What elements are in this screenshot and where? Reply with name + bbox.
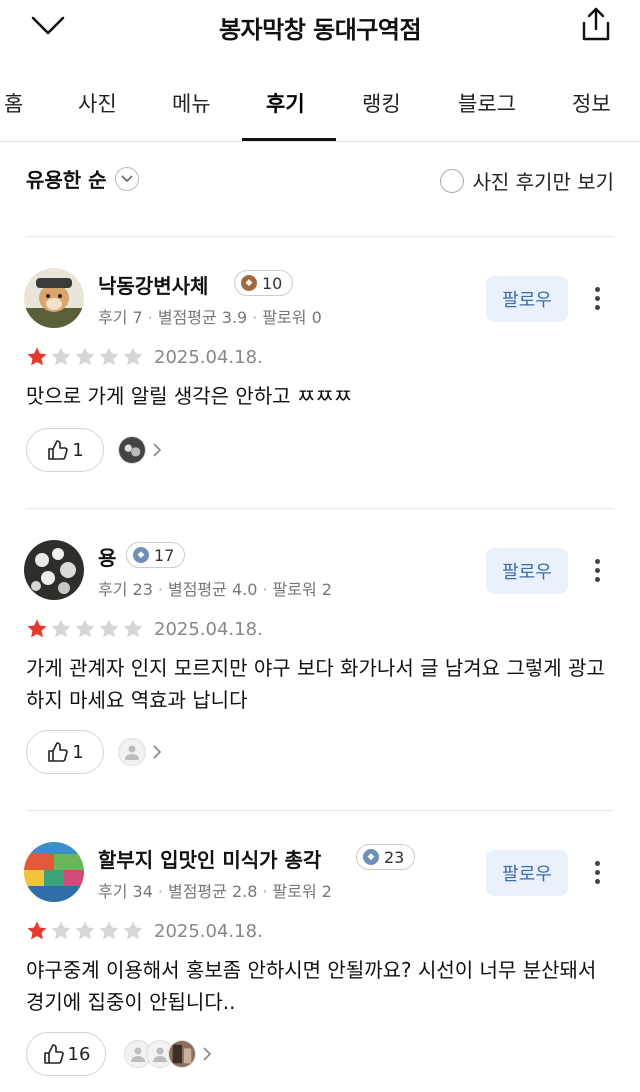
avatar[interactable] (24, 540, 84, 600)
star-empty-icon (51, 921, 71, 940)
star-filled-icon (27, 921, 47, 940)
photo-filter-label: 사진 후기만 보기 (472, 170, 614, 194)
default-avatar-icon (118, 738, 146, 766)
tab-menu[interactable]: 메뉴 (172, 88, 211, 118)
level-badge: ◆ 17 (126, 542, 186, 568)
rating-stars: 2025.04.18. (26, 346, 263, 368)
reviewer-stats: 후기 7 · 별점평균 3.9 · 팔로워 0 (98, 308, 322, 327)
more-options-button[interactable] (582, 550, 612, 590)
star-empty-icon (51, 347, 71, 366)
sort-label: 유용한 순 (26, 168, 107, 192)
top-bar: 봉자막창 동대구역점 (0, 0, 640, 56)
star-empty-icon (123, 921, 143, 940)
avatar[interactable] (24, 268, 84, 328)
sort-bar: 유용한 순 사진 후기만 보기 (0, 160, 640, 210)
star-filled-icon (27, 619, 47, 638)
star-empty-icon (123, 347, 143, 366)
tab-home[interactable]: 홈 (4, 88, 23, 118)
divider (26, 508, 614, 509)
star-empty-icon (75, 619, 95, 638)
page-title: 봉자막창 동대구역점 (218, 16, 422, 44)
review-date: 2025.04.18. (154, 920, 263, 942)
tab-blog[interactable]: 블로그 (458, 88, 516, 118)
star-empty-icon (75, 921, 95, 940)
star-empty-icon (99, 921, 119, 940)
tab-info[interactable]: 정보 (572, 88, 611, 118)
reviewer-name[interactable]: 낙동강변사체 (98, 270, 208, 299)
review-text: 야구중계 이용해서 홍보좀 안하시면 안될까요? 시선이 너무 분산돼서 경기에… (26, 958, 597, 1014)
review-date: 2025.04.18. (154, 346, 263, 368)
radio-icon (440, 168, 465, 193)
sort-dropdown[interactable]: 유용한 순 (26, 164, 139, 193)
review-text: 맛으로 가게 알릴 생각은 안하고 ㅉㅉㅉ (26, 384, 353, 408)
thumbs-up-icon (48, 440, 69, 460)
thumbs-up-icon (43, 1044, 64, 1064)
tab-reviews[interactable]: 후기 (266, 88, 305, 118)
divider (26, 810, 614, 811)
star-filled-icon (27, 347, 47, 366)
reviewer-name[interactable]: 용 (98, 542, 116, 571)
more-options-button[interactable] (582, 278, 612, 318)
share-button[interactable] (576, 4, 616, 44)
star-empty-icon (123, 619, 143, 638)
like-button[interactable]: 1 (26, 730, 104, 774)
follow-button[interactable]: 팔로우 (486, 548, 568, 594)
review-item: 할부지 입맛인 미식가 총각 ◆ 23 후기 34 · 별점평균 2.8 · 팔로워 2… (0, 842, 640, 1092)
review-item: 낙동강변사체 ◆ 10 후기 7 · 별점평균 3.9 · 팔로워 0 팔로우 2025… (0, 268, 640, 488)
chevron-right-icon (203, 1047, 212, 1061)
thumbs-up-icon (48, 742, 69, 762)
tab-bar: 홈 사진 메뉴 후기 랭킹 블로그 정보 (0, 72, 640, 142)
like-button[interactable]: 1 (26, 428, 104, 472)
reviewer-name[interactable]: 할부지 입맛인 미식가 총각 (98, 844, 321, 873)
liker-avatar (118, 436, 146, 464)
share-icon (582, 7, 610, 41)
active-tab-indicator (242, 138, 336, 141)
tab-ranking[interactable]: 랭킹 (362, 88, 401, 118)
chevron-right-icon (153, 443, 162, 457)
star-empty-icon (99, 347, 119, 366)
rating-stars: 2025.04.18. (26, 618, 263, 640)
tab-photos[interactable]: 사진 (78, 88, 117, 118)
like-button[interactable]: 16 (26, 1032, 106, 1076)
liked-by-list[interactable] (118, 730, 162, 774)
reviewer-stats: 후기 34 · 별점평균 2.8 · 팔로워 2 (98, 882, 332, 901)
liker-avatar (168, 1040, 196, 1068)
chevron-right-icon (153, 745, 162, 759)
liked-by-list[interactable] (118, 428, 162, 472)
avatar[interactable] (24, 842, 84, 902)
follow-button[interactable]: 팔로우 (486, 850, 568, 896)
level-badge: ◆ 23 (356, 844, 416, 870)
review-date: 2025.04.18. (154, 618, 263, 640)
level-badge: ◆ 10 (234, 270, 294, 296)
reviewer-stats: 후기 23 · 별점평균 4.0 · 팔로워 2 (98, 580, 332, 599)
divider (26, 236, 614, 237)
rating-stars: 2025.04.18. (26, 920, 263, 942)
chevron-down-icon (114, 166, 139, 191)
silver-badge-icon: ◆ (133, 547, 149, 563)
liked-by-list[interactable] (124, 1032, 212, 1076)
more-options-button[interactable] (582, 852, 612, 892)
star-empty-icon (51, 619, 71, 638)
review-item: 용 ◆ 17 후기 23 · 별점평균 4.0 · 팔로워 2 팔로우 2025.04.… (0, 540, 640, 790)
photo-reviews-only-toggle[interactable]: 사진 후기만 보기 (440, 166, 614, 195)
review-text: 가게 관계자 인지 모르지만 야구 보다 화가나서 글 남겨요 그렇게 광고 하… (26, 656, 605, 712)
follow-button[interactable]: 팔로우 (486, 276, 568, 322)
silver-badge-icon: ◆ (363, 849, 379, 865)
star-empty-icon (75, 347, 95, 366)
bronze-badge-icon: ◆ (241, 275, 257, 291)
star-empty-icon (99, 619, 119, 638)
